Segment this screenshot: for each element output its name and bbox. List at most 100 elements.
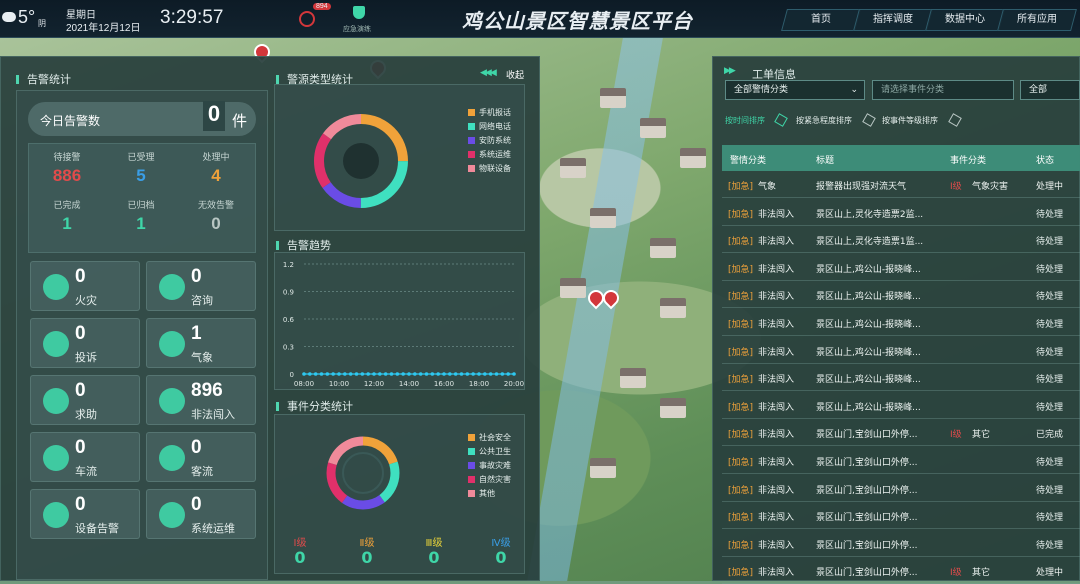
collapse-arrows-icon[interactable]: ◀◀◀ [480,68,497,78]
alarm-card[interactable]: 0 咨询 [146,261,256,311]
trend-point[interactable] [494,372,499,376]
trend-point[interactable] [477,372,481,376]
trend-point[interactable] [325,372,330,376]
sort-by-time[interactable]: 按时间排序 [725,115,765,126]
row-title: 景区山上,鸡公山-报晓峰... [816,320,921,330]
alarm-icon[interactable] [299,11,315,27]
trend-point[interactable] [308,372,312,376]
trend-point[interactable] [512,372,516,376]
row-status: 待处理 [1036,292,1064,303]
trend-point[interactable] [448,372,452,376]
shield-icon[interactable] [353,6,365,19]
alarm-card[interactable]: 0 投诉 [30,318,140,368]
trend-point[interactable] [337,372,341,376]
alarm-card[interactable]: 0 车流 [30,432,140,482]
table-row[interactable]: [加急] 气象 报警器出现强对流天气 Ⅰ级 气象灾害 处理中 [722,171,1080,198]
all-filter-select[interactable]: 全部 [1020,80,1080,100]
alarm-card[interactable]: 896 非法闯入 [146,375,256,425]
trend-point[interactable] [506,372,510,376]
trend-point[interactable] [500,372,505,376]
table-row[interactable]: [加急] 非法闯入 景区山门,宝剑山口外停... Ⅰ级 其它 处理中 [722,557,1080,584]
trend-point[interactable] [418,372,423,376]
trend-point[interactable] [389,372,394,376]
cloud-icon [2,12,16,22]
fire-icon [43,274,69,300]
status-value[interactable]: 1 [37,214,97,234]
row-alarm-type: 非法闯入 [758,209,795,220]
sort-by-urgency[interactable]: 按紧急程度排序 [796,115,852,126]
trend-point[interactable] [407,372,411,376]
trend-point[interactable] [354,372,359,376]
table-row[interactable]: [加急] 非法闯入 景区山门,宝剑山口外停... 待处理 [722,502,1080,530]
col-alarm-type: 警情分类 [730,156,767,166]
nav-home[interactable]: 首页 [781,9,861,31]
emergency-drill-label[interactable]: 应急演练 [343,24,371,34]
alarm-card[interactable]: 0 设备告警 [30,489,140,539]
nav-dispatch[interactable]: 指挥调度 [853,9,933,31]
alarm-category-select[interactable]: 全部警情分类 ⌄ [725,80,865,100]
sort-by-level[interactable]: 按事件等级排序 [882,115,938,126]
legend-label: 系统运维 [479,150,511,159]
alarm-card-value: 0 [75,266,86,287]
table-row[interactable]: [加急] 非法闯入 景区山上,鸡公山-报晓峰... 待处理 [722,254,1080,281]
status-value[interactable]: 4 [186,166,246,186]
alarm-card[interactable]: 0 求助 [30,375,140,425]
row-category: 其它 [972,430,991,441]
nav-all-apps[interactable]: 所有应用 [997,9,1077,31]
alarm-card[interactable]: 0 系统运维 [146,489,256,539]
table-row[interactable]: [加急] 非法闯入 景区山门,宝剑山口外停... 待处理 [722,475,1080,502]
alarm-card[interactable]: 0 火灾 [30,261,140,311]
trend-point[interactable] [459,372,464,376]
trend-point[interactable] [424,372,429,376]
trend-point[interactable] [453,372,458,376]
legend-label: 自然灾害 [479,475,511,484]
trend-point[interactable] [383,372,388,376]
alarm-card[interactable]: 1 气象 [146,318,256,368]
legend-label: 物联设备 [479,164,511,173]
status-value[interactable]: 0 [186,214,246,234]
trend-point[interactable] [471,372,475,376]
trend-point[interactable] [436,372,440,376]
trend-point[interactable] [401,372,405,376]
alarm-card[interactable]: 0 客流 [146,432,256,482]
trend-point[interactable] [413,372,417,376]
table-row[interactable]: [加急] 非法闯入 景区山门,宝剑山口外停... Ⅰ级 其它 已完成 [722,419,1080,447]
table-row[interactable]: [加急] 非法闯入 景区山上,鸡公山-报晓峰... 待处理 [722,364,1080,392]
trend-point[interactable] [313,372,318,376]
trend-point[interactable] [360,372,365,376]
trend-point[interactable] [430,372,435,376]
table-row[interactable]: [加急] 非法闯入 景区山上,鸡公山-报晓峰... 待处理 [722,281,1080,309]
status-value[interactable]: 5 [111,166,171,186]
trend-point[interactable] [343,372,347,376]
table-row[interactable]: [加急] 非法闯入 景区山上,鸡公山-报晓峰... 待处理 [722,392,1080,419]
row-alarm-type: 非法闯入 [758,485,795,496]
trend-point[interactable] [488,372,493,376]
row-alarm-type: 非法闯入 [758,458,795,468]
trend-point[interactable] [302,372,306,376]
trend-point[interactable] [331,372,335,376]
table-row[interactable]: [加急] 非法闯入 景区山上,鸡公山-报晓峰... 待处理 [722,337,1080,364]
urgent-tag: [加急] [728,375,754,386]
table-row[interactable]: [加急] 非法闯入 景区山上,灵化寺造票1监... 待处理 [722,226,1080,254]
table-row[interactable]: [加急] 非法闯入 景区山上,灵化寺造票2监... 待处理 [722,199,1080,226]
trend-point[interactable] [378,372,382,376]
event-category-input[interactable]: 请选择事件分类 [872,80,1014,100]
nav-data-center[interactable]: 数据中心 [925,9,1005,31]
trend-point[interactable] [348,372,353,376]
status-label: 已完成 [53,201,81,211]
trend-point[interactable] [465,372,470,376]
collapse-button[interactable]: 收起 [506,68,524,81]
trend-point[interactable] [483,372,487,376]
legend-swatch [468,123,475,130]
trend-point[interactable] [319,372,324,376]
status-value[interactable]: 886 [37,166,97,186]
status-value[interactable]: 1 [111,214,171,234]
trend-point[interactable] [395,372,400,376]
table-row[interactable]: [加急] 非法闯入 景区山门,宝剑山口外停... 待处理 [722,530,1080,557]
trend-point[interactable] [372,372,376,376]
trend-point[interactable] [442,372,446,376]
table-row[interactable]: [加急] 非法闯入 景区山上,鸡公山-报晓峰... 待处理 [722,309,1080,336]
trend-point[interactable] [366,372,370,376]
row-status: 待处理 [1036,264,1064,275]
table-row[interactable]: [加急] 非法闯入 景区山门,宝剑山口外停... 待处理 [722,447,1080,474]
